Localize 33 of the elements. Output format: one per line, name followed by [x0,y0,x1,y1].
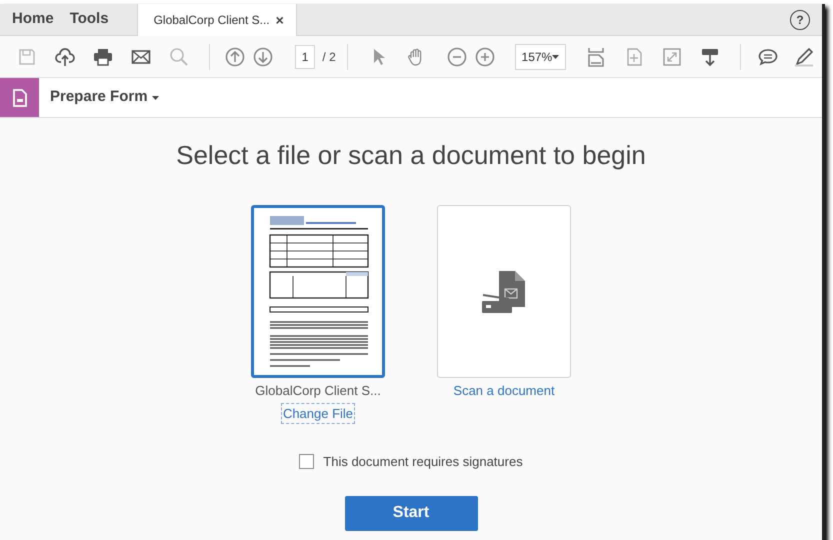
keyboard-arrow-icon[interactable] [700,46,720,66]
pen-icon[interactable] [794,46,814,66]
document-tab[interactable]: GlobalCorp Client S... × [136,4,297,36]
file-name: GlobalCorp Client S... [255,382,381,400]
zoom-dropdown[interactable]: 157% [514,44,566,70]
checkbox-label: This document requires signatures [323,453,523,471]
arrow-down-circle-icon[interactable] [252,46,273,66]
page-count: / 2 [322,48,336,66]
nav-tab[interactable]: Home [4,4,62,35]
fit-width-icon[interactable] [586,46,606,66]
save-icon[interactable] [17,46,37,66]
page-number-field[interactable]: 1 [294,44,316,68]
caret-icon [152,96,159,100]
arrow-up-circle-icon[interactable] [224,46,245,66]
scanner-document-icon [481,268,527,314]
search-icon[interactable] [169,46,189,66]
full-screen-icon[interactable] [662,46,682,66]
start-button[interactable]: Start [344,496,478,530]
print-icon[interactable] [93,46,113,66]
zoom-in-icon[interactable] [474,46,495,66]
close-tab-button[interactable]: × [276,10,284,30]
page-heading: Select a file or scan a document to begin [176,139,646,172]
change-file-link[interactable]: Change File [280,402,356,424]
nav-tab[interactable]: Tools [62,4,117,35]
scan-document-link[interactable]: Scan a document [453,381,555,400]
signatures-checkbox[interactable] [299,454,314,470]
caret-icon [552,54,560,58]
help-button[interactable]: ? [790,10,810,30]
upload-cloud-icon[interactable] [55,46,75,66]
scan-card[interactable] [437,205,571,378]
comment-icon[interactable] [758,46,778,66]
prepare-form-menu[interactable]: Prepare Form [50,78,159,117]
zoom-out-icon[interactable] [446,46,467,66]
